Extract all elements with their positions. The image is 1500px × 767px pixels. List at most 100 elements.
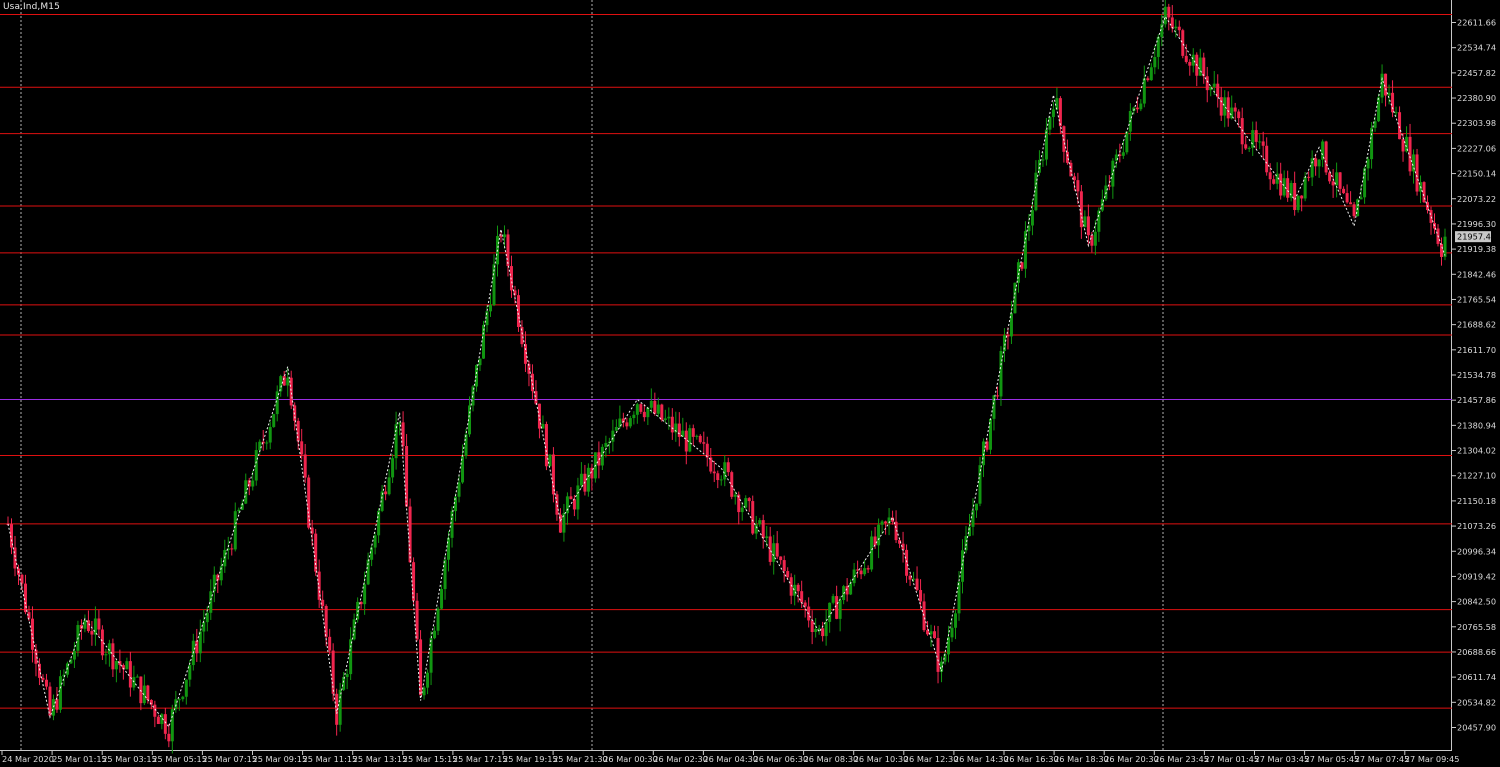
bear-candle <box>1146 78 1150 81</box>
bull-candle <box>464 434 468 456</box>
time-tick-label: 26 Mar 04:30 <box>703 754 758 764</box>
bull-candle <box>1198 57 1202 76</box>
time-tick-label: 25 Mar 17:15 <box>453 754 508 764</box>
bear-candle <box>1331 181 1335 186</box>
price-tick-label: 21227.10 <box>1457 471 1496 481</box>
bull-candle <box>954 613 958 628</box>
bear-candle <box>146 685 150 700</box>
bear-candle <box>639 404 643 412</box>
bear-candle <box>195 640 199 654</box>
bear-candle <box>321 599 325 607</box>
time-tick-label: 25 Mar 11:15 <box>303 754 358 764</box>
bear-candle <box>328 636 332 651</box>
bull-candle <box>1093 231 1097 246</box>
bear-candle <box>572 499 576 510</box>
bull-candle <box>950 627 954 638</box>
bear-candle <box>1065 151 1069 163</box>
bull-candle <box>387 477 391 495</box>
bull-candle <box>1156 36 1160 57</box>
bull-candle <box>740 507 744 513</box>
bear-candle <box>1135 107 1139 110</box>
bear-candle <box>810 620 814 633</box>
bear-candle <box>702 442 706 444</box>
bull-candle <box>440 589 444 609</box>
bull-candle <box>695 435 699 437</box>
bear-candle <box>1244 144 1248 149</box>
bull-candle <box>83 620 87 629</box>
price-tick-label: 22380.90 <box>1457 93 1496 103</box>
bull-candle <box>1296 195 1300 211</box>
bull-candle <box>586 467 590 492</box>
price-tick-label: 20996.34 <box>1457 546 1496 556</box>
price-tick-label: 22611.66 <box>1457 18 1496 28</box>
bull-candle <box>1258 141 1262 143</box>
bull-candle <box>345 674 349 678</box>
bull-candle <box>1030 210 1034 226</box>
bull-candle <box>1048 117 1052 130</box>
bull-candle <box>251 480 255 487</box>
price-tick-label: 20765.58 <box>1457 622 1496 632</box>
bear-candle <box>796 584 800 592</box>
bear-candle <box>1261 141 1265 146</box>
bull-candle <box>244 480 248 504</box>
bull-candle <box>391 458 395 478</box>
bull-candle <box>433 630 437 639</box>
bear-candle <box>698 435 702 443</box>
price-tick-label: 20611.74 <box>1457 672 1496 682</box>
zigzag-indicator-line <box>7 15 1446 728</box>
bear-candle <box>933 631 937 639</box>
bear-candle <box>544 424 548 467</box>
chart-window[interactable]: Usa.Ind,M15 22611.66 22534.74 22457.82 2238… <box>0 0 1500 767</box>
bull-candle <box>1174 26 1178 29</box>
bull-candle <box>377 510 381 536</box>
bear-candle <box>775 543 779 557</box>
bull-candle <box>177 699 181 701</box>
time-tick-label: 26 Mar 06:30 <box>754 754 809 764</box>
bull-candle <box>349 639 353 675</box>
bull-candle <box>719 479 723 481</box>
bull-candle <box>394 424 398 459</box>
bear-candle <box>1324 141 1328 173</box>
bull-candle <box>688 428 692 452</box>
bear-candle <box>523 344 527 364</box>
bear-candle <box>1314 158 1318 167</box>
bear-candle <box>761 520 765 539</box>
bear-candle <box>919 590 923 602</box>
bull-candle <box>663 418 667 421</box>
price-chart[interactable]: 22611.66 22534.74 22457.82 22380.90 22303.98… <box>0 0 1500 767</box>
bear-candle <box>167 733 171 742</box>
time-tick-label: 26 Mar 10:30 <box>854 754 909 764</box>
bear-candle <box>712 471 716 474</box>
price-tick-label: 21534.78 <box>1457 370 1496 380</box>
time-tick-label: 26 Mar 12:30 <box>904 754 959 764</box>
bear-candle <box>1272 179 1276 184</box>
bull-candle <box>457 482 461 497</box>
bear-candle <box>100 629 104 656</box>
bear-candle <box>995 395 999 397</box>
bear-candle <box>642 411 646 418</box>
bear-candle <box>1058 98 1062 127</box>
price-tick-label: 21919.38 <box>1457 244 1496 254</box>
bull-candle <box>1212 83 1216 87</box>
bull-candle <box>733 494 737 497</box>
time-tick-label: 25 Mar 05:15 <box>152 754 207 764</box>
bear-candle <box>128 661 132 688</box>
price-tick-label: 20457.90 <box>1457 723 1496 733</box>
price-tick-label: 22457.82 <box>1457 68 1496 78</box>
bull-candle <box>272 414 276 428</box>
price-tick-label: 20688.66 <box>1457 647 1496 657</box>
bear-candle <box>1352 204 1356 217</box>
bear-candle <box>726 462 730 473</box>
bear-candle <box>768 536 772 562</box>
candles-group <box>6 0 1447 754</box>
bear-candle <box>303 454 307 478</box>
bull-candle <box>114 661 118 670</box>
price-axis: 22611.66 22534.74 22457.82 22380.90 22303.98… <box>1452 18 1496 733</box>
bear-candle <box>1219 97 1223 116</box>
bear-candle <box>625 422 629 427</box>
bear-candle <box>936 638 940 672</box>
bull-candle <box>436 608 440 631</box>
bull-candle <box>758 520 762 525</box>
bull-candle <box>1366 159 1370 169</box>
bear-candle <box>730 472 734 497</box>
